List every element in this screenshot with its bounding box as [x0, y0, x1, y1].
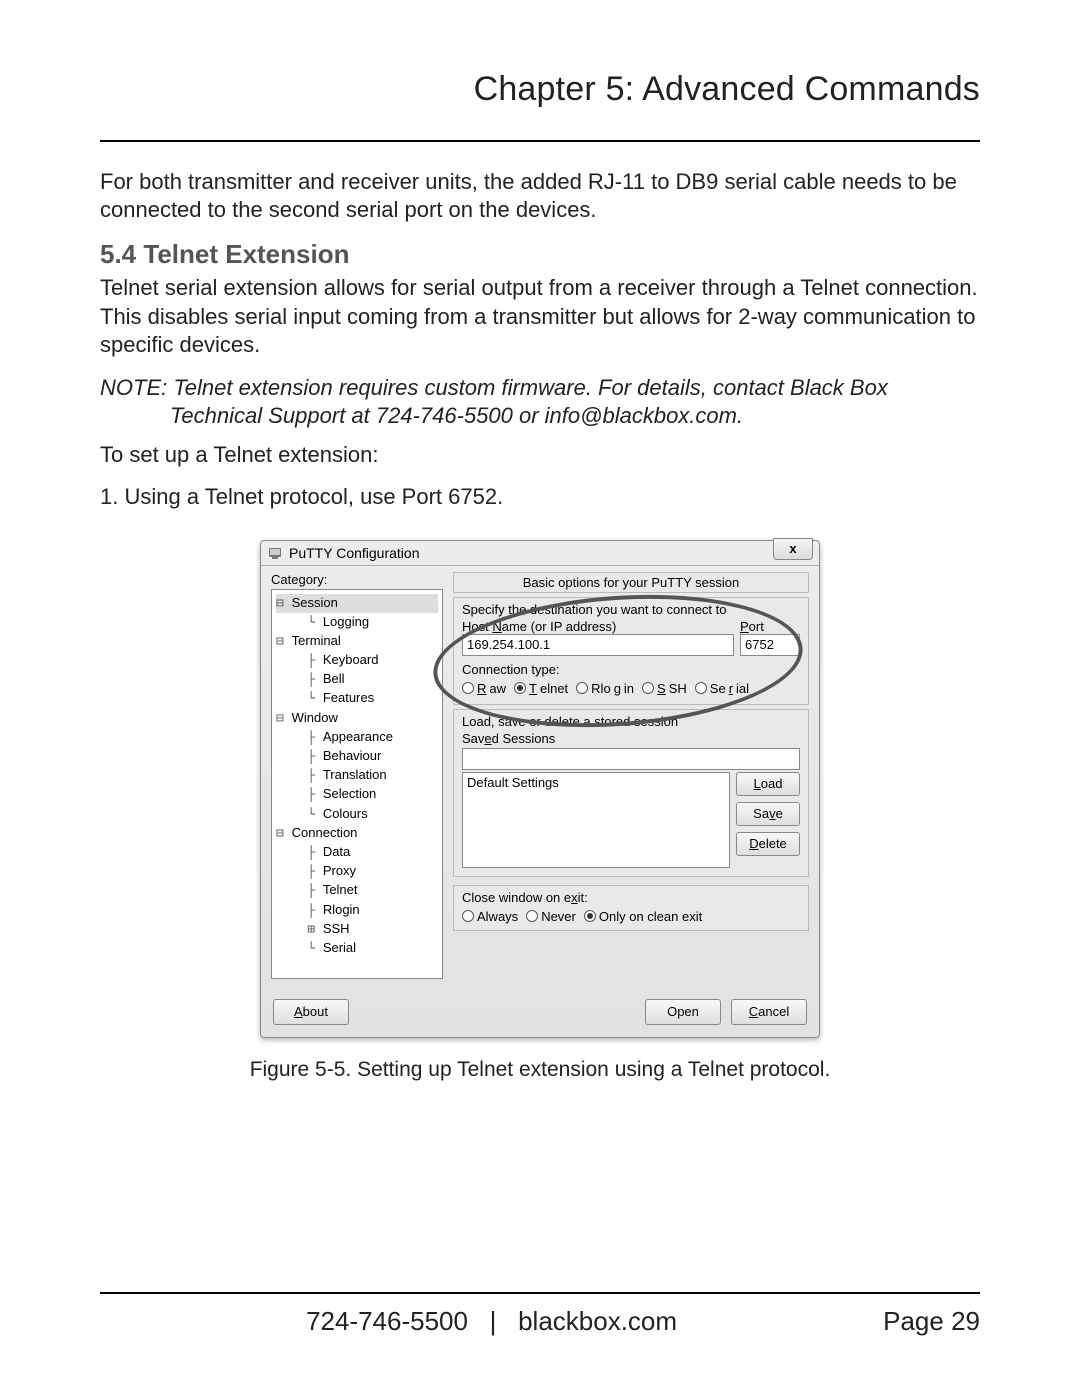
section-heading: 5.4 Telnet Extension: [100, 239, 980, 270]
tree-item-ssh[interactable]: ⊞ SSH: [276, 920, 438, 939]
radio-ial[interactable]: Serial: [695, 681, 749, 696]
tree-item-session[interactable]: ⊟ Session: [276, 594, 438, 613]
tree-item-logging[interactable]: └ Logging: [276, 613, 438, 632]
setup-line: To set up a Telnet extension:: [100, 441, 980, 470]
tree-item-rlogin[interactable]: ├ Rlogin: [276, 901, 438, 920]
putty-dialog: x PuTTY Configuration Category: ⊟ Sessio…: [260, 540, 820, 1038]
tree-item-bell[interactable]: ├ Bell: [276, 670, 438, 689]
divider: [100, 140, 980, 142]
open-button[interactable]: Open: [645, 999, 721, 1025]
category-label: Category:: [271, 572, 443, 587]
tree-item-serial[interactable]: └ Serial: [276, 939, 438, 958]
tree-item-features[interactable]: └ Features: [276, 689, 438, 708]
close-on-exit-fieldset: Close window on exit: Always Never Only on…: [453, 885, 809, 931]
exit-radio-always[interactable]: Always: [462, 909, 518, 924]
close-on-exit-label: Close window on exit:: [462, 890, 800, 905]
window-title: PuTTY Configuration: [289, 545, 419, 561]
host-label: Host Name (or IP address): [462, 619, 734, 634]
section-paragraph: Telnet serial extension allows for seria…: [100, 274, 980, 360]
close-on-exit-radios: Always Never Only on clean exit: [462, 909, 800, 924]
sessions-listbox[interactable]: Default Settings: [462, 772, 730, 868]
tree-item-translation[interactable]: ├ Translation: [276, 766, 438, 785]
tree-item-appearance[interactable]: ├ Appearance: [276, 728, 438, 747]
host-input[interactable]: 169.254.100.1: [462, 634, 734, 656]
about-button[interactable]: About: [273, 999, 349, 1025]
note-line-1: NOTE: Telnet extension requires custom f…: [100, 375, 888, 400]
intro-paragraph: For both transmitter and receiver units,…: [100, 168, 980, 225]
destination-fieldset: Specify the destination you want to conn…: [453, 597, 809, 705]
connection-type-radios: Raw Telnet Rlogin SSH Serial: [462, 681, 800, 696]
stored-session-fieldset: Load, save or delete a stored session Sa…: [453, 709, 809, 877]
tree-item-behaviour[interactable]: ├ Behaviour: [276, 747, 438, 766]
tree-item-proxy[interactable]: ├ Proxy: [276, 862, 438, 881]
port-label: Port: [740, 619, 800, 634]
stored-session-legend: Load, save or delete a stored session: [462, 714, 800, 729]
tree-item-telnet[interactable]: ├ Telnet: [276, 881, 438, 900]
cancel-button[interactable]: Cancel: [731, 999, 807, 1025]
page-number: Page 29: [883, 1306, 980, 1337]
figure-caption: Figure 5-5. Setting up Telnet extension …: [100, 1058, 980, 1082]
radio-in[interactable]: Rlogin: [576, 681, 634, 696]
connection-type-label: Connection type:: [462, 662, 800, 677]
tree-item-connection[interactable]: ⊟ Connection: [276, 824, 438, 843]
default-settings-entry[interactable]: Default Settings: [463, 773, 729, 792]
chapter-title: Chapter 5: Advanced Commands: [100, 70, 980, 117]
close-button[interactable]: x: [773, 538, 813, 560]
tree-item-data[interactable]: ├ Data: [276, 843, 438, 862]
save-button[interactable]: Save: [736, 802, 800, 826]
exit-radio-only-on-clean-exit[interactable]: Only on clean exit: [584, 909, 702, 924]
destination-legend: Specify the destination you want to conn…: [462, 602, 800, 617]
tree-item-window[interactable]: ⊟ Window: [276, 709, 438, 728]
port-input[interactable]: 6752: [740, 634, 800, 656]
load-button[interactable]: Load: [736, 772, 800, 796]
radio-aw[interactable]: Raw: [462, 681, 506, 696]
saved-session-input[interactable]: [462, 748, 800, 770]
footer-contact: 724-746-5500 | blackbox.com: [100, 1306, 883, 1337]
radio-elnet[interactable]: Telnet: [514, 681, 568, 696]
options-header: Basic options for your PuTTY session: [453, 572, 809, 593]
note-text: NOTE: Telnet extension requires custom f…: [100, 374, 980, 431]
step-1: 1. Using a Telnet protocol, use Port 675…: [100, 484, 980, 510]
tree-item-selection[interactable]: ├ Selection: [276, 785, 438, 804]
saved-sessions-label: Saved Sessions: [462, 731, 800, 746]
tree-item-terminal[interactable]: ⊟ Terminal: [276, 632, 438, 651]
radio-sh[interactable]: SSH: [642, 681, 687, 696]
tree-item-colours[interactable]: └ Colours: [276, 805, 438, 824]
putty-icon: [267, 545, 283, 561]
delete-button[interactable]: Delete: [736, 832, 800, 856]
exit-radio-never[interactable]: Never: [526, 909, 576, 924]
note-line-2: Technical Support at 724-746-5500 or inf…: [100, 402, 980, 431]
tree-item-keyboard[interactable]: ├ Keyboard: [276, 651, 438, 670]
category-tree[interactable]: ⊟ Session └ Logging⊟ Terminal ├ Keyboard…: [271, 589, 443, 979]
